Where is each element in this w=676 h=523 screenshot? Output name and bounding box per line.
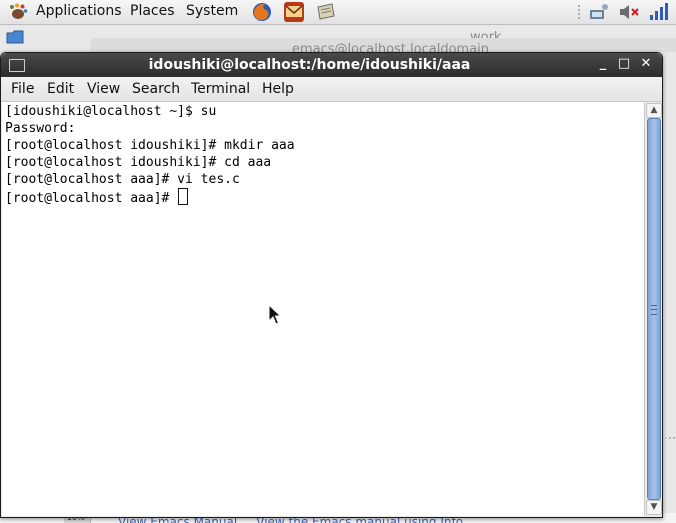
- terminal-line: [root@localhost idoushiki]# mkdir aaa: [5, 138, 295, 153]
- text-cursor: [178, 188, 189, 205]
- system-menu[interactable]: System: [186, 3, 238, 19]
- mouse-pointer-icon: [268, 304, 282, 325]
- maximize-button[interactable]: □: [616, 56, 632, 72]
- menu-help[interactable]: Help: [262, 81, 294, 97]
- network-icon[interactable]: [588, 2, 610, 22]
- top-panel: Applications Places System: [0, 0, 676, 25]
- window-titlebar[interactable]: idoushiki@localhost:/home/idoushiki/aaa …: [1, 53, 662, 77]
- terminal-line: [root@localhost aaa]# vi tes.c: [5, 172, 240, 187]
- signal-strength-icon[interactable]: [648, 2, 670, 22]
- scroll-grip-icon: [651, 305, 657, 315]
- terminal-output[interactable]: [idoushiki@localhost ~]$ su Password: [r…: [2, 102, 644, 516]
- terminal-line: Password:: [5, 121, 76, 136]
- vertical-scrollbar[interactable]: ▲ ▼: [644, 102, 662, 516]
- scroll-down-arrow-icon[interactable]: ▼: [646, 500, 662, 515]
- gnome-foot-icon[interactable]: [8, 3, 28, 21]
- volume-muted-icon[interactable]: [618, 2, 640, 22]
- mail-icon[interactable]: [283, 1, 305, 23]
- menu-terminal[interactable]: Terminal: [191, 81, 250, 97]
- scrollbar-thumb[interactable]: [647, 118, 661, 500]
- menu-edit[interactable]: Edit: [47, 81, 74, 97]
- terminal-line: [root@localhost idoushiki]# cd aaa: [5, 155, 272, 170]
- terminal-prompt: [root@localhost aaa]#: [5, 191, 178, 206]
- close-button[interactable]: ✕: [638, 56, 654, 72]
- notes-icon[interactable]: [315, 1, 337, 23]
- scroll-up-arrow-icon[interactable]: ▲: [646, 103, 662, 118]
- terminal-window: idoushiki@localhost:/home/idoushiki/aaa …: [0, 52, 663, 518]
- places-menu[interactable]: Places: [130, 3, 175, 19]
- menu-file[interactable]: File: [11, 81, 34, 97]
- menu-view[interactable]: View: [87, 81, 120, 97]
- applications-menu[interactable]: Applications: [36, 3, 122, 19]
- menu-search[interactable]: Search: [132, 81, 180, 97]
- minimize-button[interactable]: _: [595, 56, 611, 72]
- terminal-prompt-line: [root@localhost aaa]#: [5, 188, 189, 207]
- tray-handle-icon: [578, 5, 580, 19]
- window-title: idoushiki@localhost:/home/idoushiki/aaa: [148, 57, 471, 73]
- folder-icon[interactable]: [6, 30, 24, 44]
- terminal-menubar: File Edit View Search Terminal Help: [1, 77, 662, 102]
- firefox-icon[interactable]: [251, 1, 273, 23]
- terminal-line: [idoushiki@localhost ~]$ su: [5, 104, 217, 119]
